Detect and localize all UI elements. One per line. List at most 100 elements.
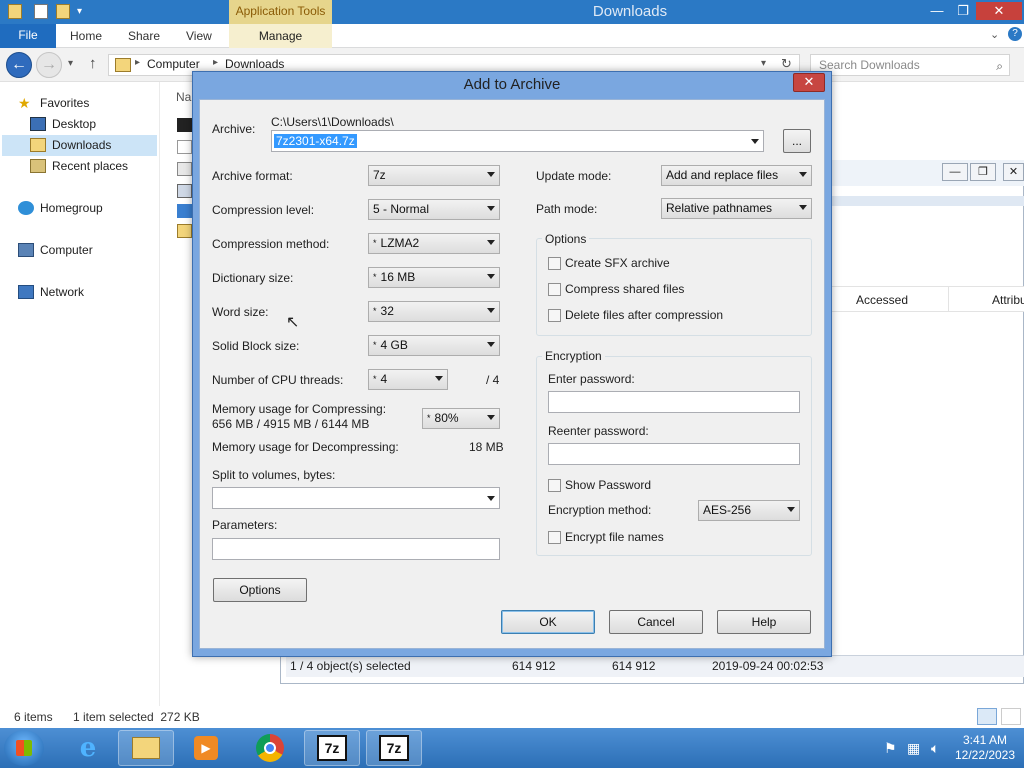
close-icon[interactable]: ✕ [1003, 163, 1024, 181]
network-tray-icon[interactable]: ▦ [907, 740, 920, 757]
select-value: 4 GB [380, 338, 408, 352]
archive-name-combobox[interactable]: 7z2301-x64.7z [271, 130, 764, 152]
new-folder-icon[interactable] [56, 4, 70, 19]
large-icons-view-icon[interactable] [1001, 708, 1021, 725]
taskbar-7zip-2[interactable]: 7z [366, 730, 422, 766]
archive-format-select[interactable]: 7z [368, 165, 500, 186]
column-divider [948, 286, 949, 312]
flag-icon[interactable]: ⚑ [884, 740, 897, 757]
compression-level-select[interactable]: 5 - Normal [368, 199, 500, 220]
compression-method-select[interactable]: * LZMA2 [368, 233, 500, 254]
taskbar-file-explorer[interactable] [118, 730, 174, 766]
recent-locations-icon[interactable]: ▾ [68, 58, 73, 69]
up-icon[interactable]: ↑ [89, 55, 97, 72]
help-icon[interactable]: ? [1008, 27, 1022, 41]
encrypt-file-names-checkbox[interactable]: Encrypt file names [548, 530, 664, 544]
reenter-password-input[interactable] [548, 443, 800, 465]
show-password-checkbox[interactable]: Show Password [548, 478, 651, 492]
delete-after-checkbox[interactable]: Delete files after compression [548, 308, 723, 322]
ok-button[interactable]: OK [501, 610, 595, 634]
folder-icon[interactable] [177, 224, 192, 238]
file-icon[interactable] [177, 140, 192, 154]
minimize-icon[interactable]: — [924, 2, 950, 20]
properties-icon[interactable] [34, 4, 48, 19]
start-button[interactable] [4, 730, 44, 766]
options-button[interactable]: Options [213, 578, 307, 602]
address-dropdown-icon[interactable]: ▾ [761, 58, 766, 69]
parameters-input[interactable] [212, 538, 500, 560]
breadcrumb-downloads[interactable]: Downloads [225, 57, 284, 71]
volume-icon[interactable]: 🔈︎ [931, 740, 939, 757]
checkbox-box[interactable] [548, 256, 561, 270]
checkbox-box[interactable] [548, 282, 561, 296]
forward-button[interactable]: → [36, 52, 62, 78]
system-clock[interactable]: 3:41 AM 12/22/2023 [950, 733, 1020, 763]
nav-recent-places[interactable]: Recent places [30, 156, 128, 176]
tab-file[interactable]: File [0, 24, 56, 48]
taskbar-internet-explorer[interactable]: e [60, 730, 116, 766]
default-marker-icon: * [427, 413, 431, 423]
cpu-threads-select[interactable]: * 4 [368, 369, 448, 390]
tab-view[interactable]: View [186, 29, 212, 43]
taskbar-chrome[interactable] [242, 730, 298, 766]
dictionary-size-select[interactable]: * 16 MB [368, 267, 500, 288]
checkbox-box[interactable] [548, 478, 561, 492]
solid-block-size-select[interactable]: * 4 GB [368, 335, 500, 356]
file-explorer-icon [132, 737, 160, 759]
column-header-name[interactable]: Na [176, 90, 191, 104]
memory-usage-select[interactable]: * 80% [422, 408, 500, 429]
chevron-down-icon[interactable] [487, 496, 495, 501]
checkbox-box[interactable] [548, 530, 561, 544]
checkbox-label: Create SFX archive [565, 256, 670, 270]
column-header-accessed[interactable]: Accessed [856, 293, 908, 307]
help-button[interactable]: Help [717, 610, 811, 634]
search-icon[interactable]: ⌕ [996, 56, 1003, 76]
file-icon[interactable] [177, 162, 192, 176]
update-mode-select[interactable]: Add and replace files [661, 165, 812, 186]
refresh-icon[interactable]: ↻ [781, 56, 792, 72]
browse-button[interactable]: ... [783, 129, 811, 153]
ribbon-expand-icon[interactable]: ⌄ [990, 28, 999, 41]
tab-home[interactable]: Home [70, 29, 102, 43]
chevron-down-icon [487, 240, 495, 245]
minimize-icon[interactable]: — [942, 163, 968, 181]
chevron-down-icon [799, 172, 807, 177]
create-sfx-checkbox[interactable]: Create SFX archive [548, 256, 670, 270]
cpu-threads-label: Number of CPU threads: [212, 373, 344, 387]
file-icon[interactable] [177, 204, 192, 218]
encryption-method-select[interactable]: AES-256 [698, 500, 800, 521]
back-button[interactable]: ← [6, 52, 32, 78]
taskbar-media-player[interactable]: ▶ [178, 730, 234, 766]
nav-desktop[interactable]: Desktop [30, 114, 96, 134]
homegroup-icon [18, 201, 34, 215]
dialog-close-button[interactable]: ✕ [793, 73, 825, 92]
checkbox-box[interactable] [548, 308, 561, 322]
taskbar-7zip-1[interactable]: 7z [304, 730, 360, 766]
password-input[interactable] [548, 391, 800, 413]
restore-icon[interactable]: ❐ [950, 2, 976, 20]
file-7z-icon[interactable] [177, 118, 192, 132]
word-size-select[interactable]: * 32 [368, 301, 500, 322]
nav-downloads[interactable]: Downloads [30, 135, 111, 155]
nav-homegroup[interactable]: Homegroup [18, 198, 103, 218]
status-date: 2019-09-24 00:02:53 [712, 659, 824, 673]
downloads-folder-icon [30, 138, 46, 152]
tab-manage[interactable]: Manage [229, 24, 332, 48]
nav-network[interactable]: Network [18, 282, 84, 302]
details-view-icon[interactable] [977, 708, 997, 725]
chevron-down-icon[interactable] [751, 139, 759, 144]
nav-favorites[interactable]: ★ Favorites [18, 93, 89, 113]
file-icon[interactable] [177, 184, 192, 198]
cancel-button[interactable]: Cancel [609, 610, 703, 634]
path-mode-select[interactable]: Relative pathnames [661, 198, 812, 219]
tab-share[interactable]: Share [128, 29, 160, 43]
compress-shared-checkbox[interactable]: Compress shared files [548, 282, 684, 296]
quick-access-dropdown-icon[interactable]: ▾ [77, 6, 82, 17]
restore-icon[interactable]: ❐ [970, 163, 996, 181]
search-input[interactable]: Search Downloads ⌕ [810, 54, 1010, 76]
column-header-attributes[interactable]: Attribu [992, 293, 1024, 307]
split-volumes-combobox[interactable] [212, 487, 500, 509]
breadcrumb-computer[interactable]: Computer [147, 57, 200, 71]
close-icon[interactable]: ✕ [976, 2, 1022, 20]
nav-computer[interactable]: Computer [18, 240, 93, 260]
